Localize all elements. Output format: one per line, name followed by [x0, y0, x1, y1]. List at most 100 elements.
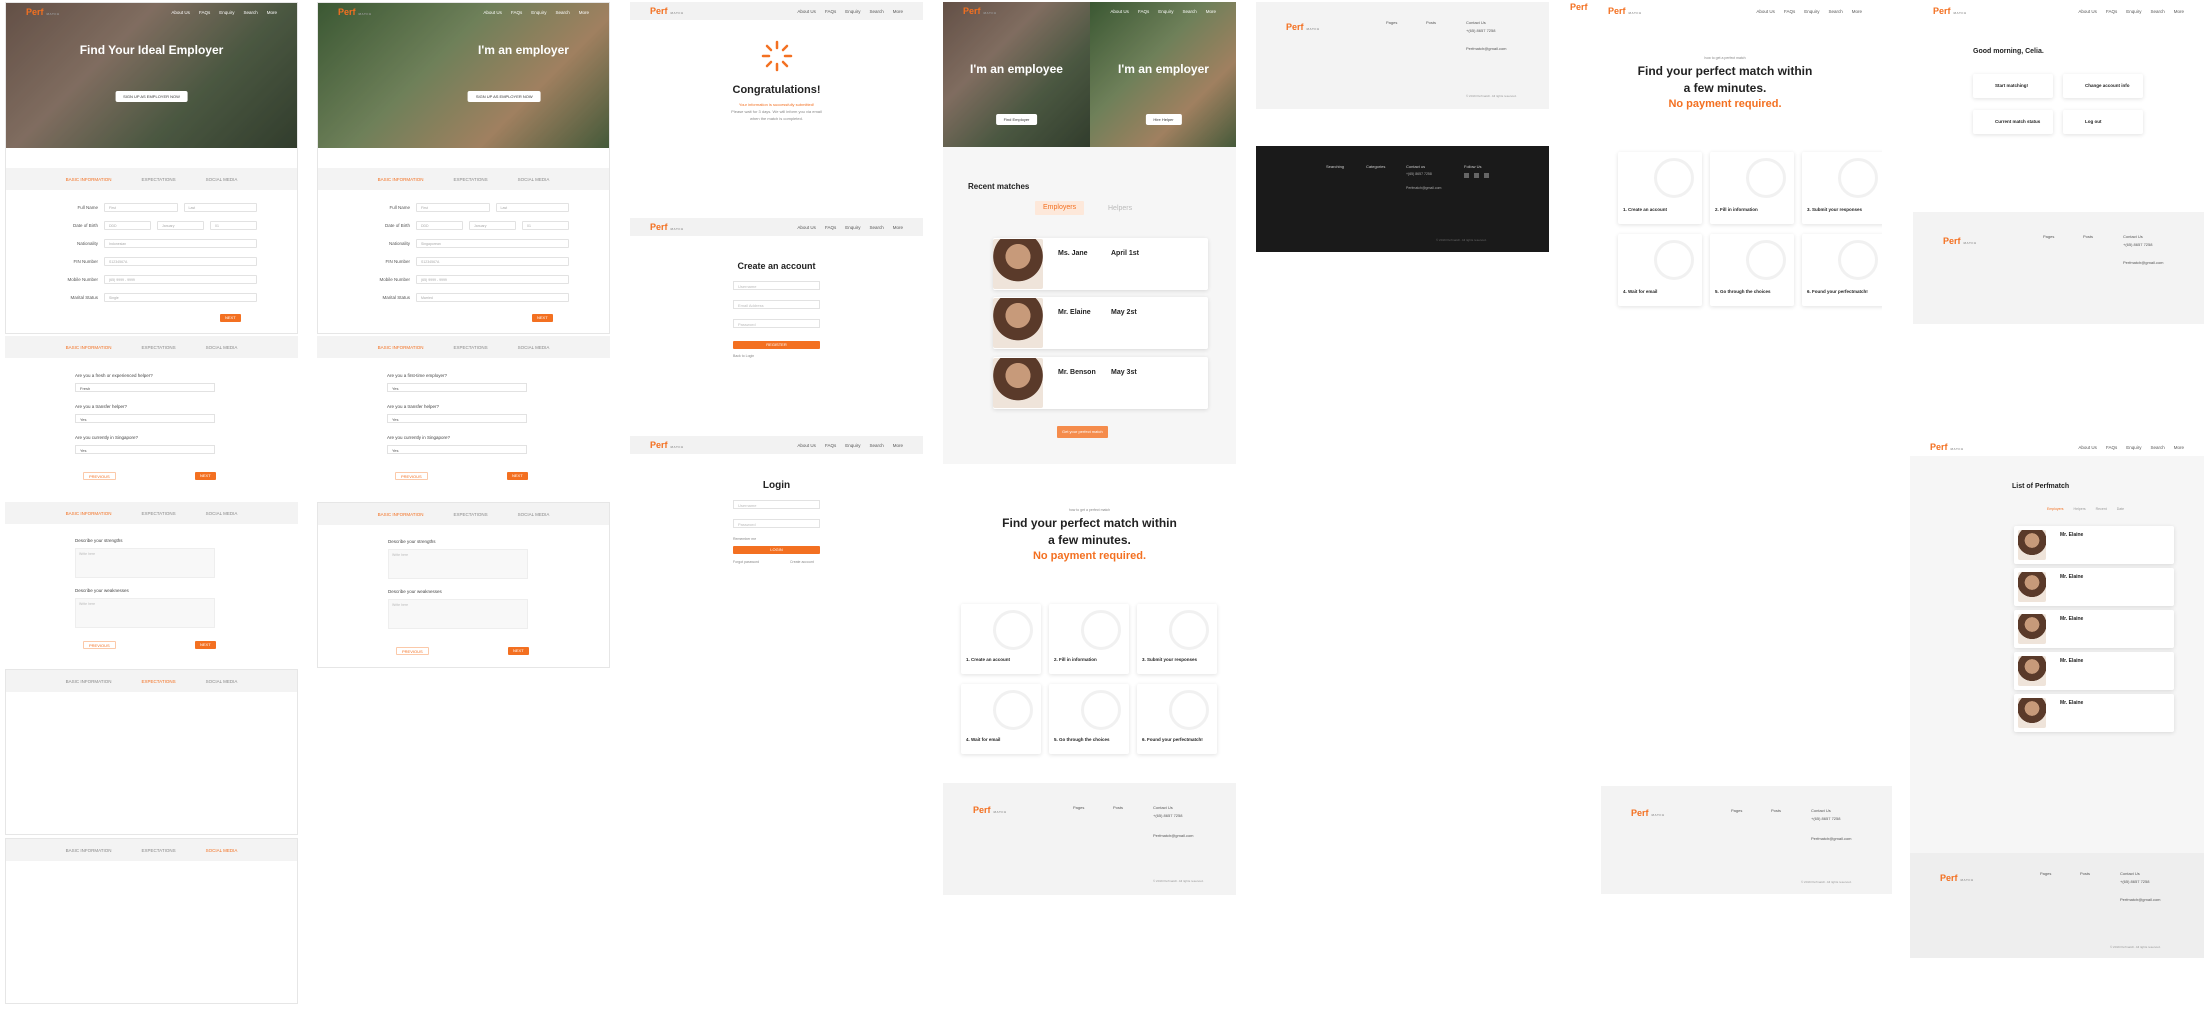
tab-basic-information[interactable]: BASIC INFORMATION: [378, 512, 424, 517]
tab-social-media[interactable]: SOCIAL MEDIA: [206, 848, 238, 853]
nav-more[interactable]: More: [893, 225, 903, 230]
dob-year[interactable]: 01: [210, 221, 257, 230]
tab-expectations[interactable]: EXPECTATIONS: [453, 512, 487, 517]
tab-social-media[interactable]: SOCIAL MEDIA: [206, 679, 238, 684]
nav-search[interactable]: Search: [243, 10, 257, 15]
logout-tile[interactable]: Log out: [2063, 110, 2143, 134]
footer-email[interactable]: Perfmatch@gmail.com: [1466, 46, 1507, 51]
previous-button[interactable]: PREVIOUS: [395, 472, 428, 480]
last-name-input[interactable]: Last: [183, 203, 257, 212]
create-account-link[interactable]: Create account: [790, 560, 923, 564]
tab-expectations[interactable]: EXPECTATIONS: [141, 345, 175, 350]
tab-date[interactable]: Date: [2117, 507, 2124, 511]
nav-faqs[interactable]: FAQs: [825, 443, 836, 448]
tab-basic-information[interactable]: BASIC INFORMATION: [378, 177, 424, 182]
nav-search[interactable]: Search: [869, 9, 883, 14]
dob-month[interactable]: January: [469, 221, 516, 230]
fin-input[interactable]: S1234567A: [104, 257, 257, 266]
match-row[interactable]: Mr. Elaine May 2st: [993, 297, 1208, 349]
nav-more[interactable]: More: [2174, 9, 2184, 14]
list-row[interactable]: Mr. Elaine: [2014, 526, 2174, 564]
transfer-select[interactable]: Yes: [75, 414, 215, 423]
nav-about[interactable]: About Us: [797, 443, 816, 448]
signup-cta-button[interactable]: SIGN UP AS EMPLOYER NOW: [115, 91, 188, 102]
logo[interactable]: Perf MATCH: [1608, 6, 1642, 16]
first-name-input[interactable]: First: [104, 203, 178, 212]
logo[interactable]: Perf MATCH: [1631, 808, 1665, 818]
last-name-input[interactable]: Last: [495, 203, 569, 212]
tab-recent[interactable]: Recent: [2096, 507, 2107, 511]
first-time-select[interactable]: Yes: [387, 383, 527, 392]
nav-enquiry[interactable]: Enquiry: [1804, 9, 1819, 14]
tab-social-media[interactable]: SOCIAL MEDIA: [206, 177, 238, 182]
singapore-select[interactable]: Yes: [75, 445, 215, 454]
tab-expectations[interactable]: EXPECTATIONS: [141, 848, 175, 853]
next-button[interactable]: NEXT: [195, 641, 216, 649]
nav-more[interactable]: More: [1206, 9, 1216, 14]
logo[interactable]: Perf MATCH: [650, 6, 684, 16]
nav-faqs[interactable]: FAQs: [2106, 9, 2117, 14]
nav-enquiry[interactable]: Enquiry: [845, 443, 860, 448]
password-input[interactable]: Password: [733, 319, 820, 328]
logo[interactable]: Perf MATCH: [26, 7, 60, 17]
nav-faqs[interactable]: FAQs: [825, 9, 836, 14]
nav-faqs[interactable]: FAQs: [2106, 445, 2117, 450]
nav-about[interactable]: About Us: [1110, 9, 1129, 14]
mobile-input[interactable]: (65) 9999 - 9999: [416, 275, 569, 284]
tab-helpers[interactable]: Helpers: [1108, 205, 1132, 212]
instagram-icon[interactable]: [1484, 173, 1489, 178]
email-input[interactable]: Email Address: [733, 300, 820, 309]
match-status-tile[interactable]: Current match status: [1973, 110, 2053, 134]
nav-enquiry[interactable]: Enquiry: [1158, 9, 1173, 14]
nav-more[interactable]: More: [893, 9, 903, 14]
footer-email[interactable]: Perfmatch@gmail.com: [2120, 897, 2161, 902]
nav-about[interactable]: About Us: [483, 10, 502, 15]
login-button[interactable]: LOGIN: [733, 546, 820, 554]
nav-about[interactable]: About Us: [2078, 445, 2097, 450]
hire-helper-button[interactable]: Hire Helper: [1145, 114, 1182, 125]
next-button[interactable]: NEXT: [195, 472, 216, 480]
tab-social-media[interactable]: SOCIAL MEDIA: [206, 511, 238, 516]
logo[interactable]: Perf MATCH: [650, 440, 684, 450]
dob-day[interactable]: DDD: [416, 221, 463, 230]
tab-basic-information[interactable]: BASIC INFORMATION: [66, 511, 112, 516]
footer-email[interactable]: Perfmatch@gmail.com: [2123, 260, 2164, 265]
username-input[interactable]: Username: [733, 281, 820, 290]
password-input[interactable]: Password: [733, 519, 820, 528]
nav-faqs[interactable]: FAQs: [1138, 9, 1149, 14]
nav-search[interactable]: Search: [2150, 9, 2164, 14]
get-perfect-match-button[interactable]: Get your perfect match: [1057, 426, 1108, 438]
logo[interactable]: Perf MATCH: [973, 805, 1007, 815]
nav-search[interactable]: Search: [869, 225, 883, 230]
dob-year[interactable]: 01: [522, 221, 569, 230]
nav-faqs[interactable]: FAQs: [825, 225, 836, 230]
tab-basic-information[interactable]: BASIC INFORMATION: [378, 345, 424, 350]
tab-employers[interactable]: Employers: [2047, 507, 2064, 511]
nav-enquiry[interactable]: Enquiry: [845, 225, 860, 230]
nav-enquiry[interactable]: Enquiry: [845, 9, 860, 14]
tab-basic-information[interactable]: BASIC INFORMATION: [66, 345, 112, 350]
footer-email[interactable]: Perfmatch@gmail.com: [1811, 836, 1852, 841]
marital-select[interactable]: Married: [416, 293, 569, 302]
previous-button[interactable]: PREVIOUS: [83, 641, 116, 649]
change-account-tile[interactable]: Change account info: [2063, 74, 2143, 98]
tab-helpers[interactable]: Helpers: [2074, 507, 2086, 511]
mobile-input[interactable]: (65) 9999 - 9999: [104, 275, 257, 284]
previous-button[interactable]: PREVIOUS: [83, 472, 116, 480]
nav-enquiry[interactable]: Enquiry: [2126, 445, 2141, 450]
weaknesses-textarea[interactable]: Write here: [388, 599, 528, 629]
nav-more[interactable]: More: [2174, 445, 2184, 450]
match-row[interactable]: Mr. Benson May 3st: [993, 357, 1208, 409]
nav-more[interactable]: More: [893, 443, 903, 448]
tab-social-media[interactable]: SOCIAL MEDIA: [518, 345, 550, 350]
nav-enquiry[interactable]: Enquiry: [219, 10, 234, 15]
dark-email[interactable]: Perfmatch@gmail.com: [1406, 186, 1441, 190]
dob-day[interactable]: DDD: [104, 221, 151, 230]
logo[interactable]: Perf MATCH: [338, 7, 372, 17]
facebook-icon[interactable]: [1464, 173, 1469, 178]
nationality-select[interactable]: Singaporean: [416, 239, 569, 248]
previous-button[interactable]: PREVIOUS: [396, 647, 429, 655]
nav-faqs[interactable]: FAQs: [199, 10, 210, 15]
nav-more[interactable]: More: [267, 10, 277, 15]
footer-email[interactable]: Perfmatch@gmail.com: [1153, 833, 1194, 838]
